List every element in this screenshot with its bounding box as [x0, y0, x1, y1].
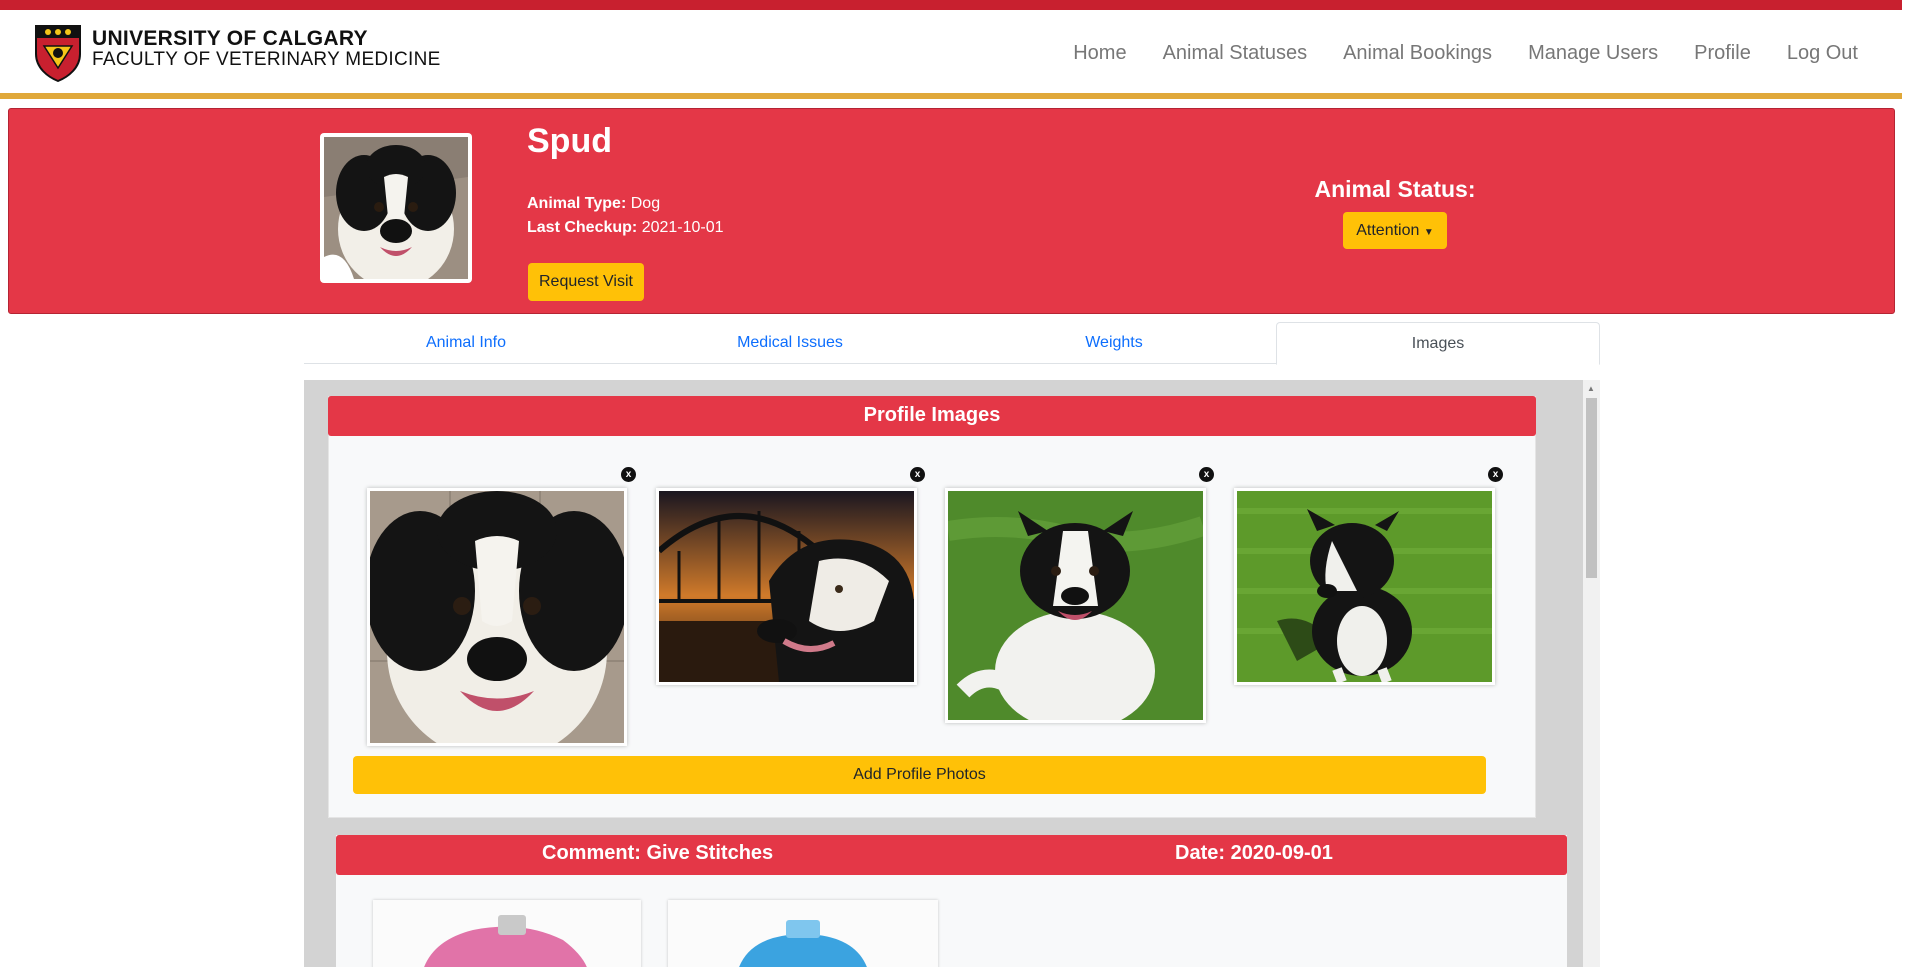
animal-name: Spud [527, 122, 612, 160]
comment-text: Comment: Give Stitches [542, 842, 774, 864]
main-nav: Home Animal Statuses Animal Bookings Man… [1073, 42, 1858, 65]
navbar-gold-line [0, 93, 1902, 99]
dog-lawn-image [1237, 491, 1492, 684]
brand-faculty-name: FACULTY OF VETERINARY MEDICINE [92, 49, 441, 70]
animal-status-dropdown[interactable]: Attention ▼ [1343, 212, 1447, 249]
tab-images[interactable]: Images [1276, 322, 1600, 365]
university-crest-logo[interactable] [34, 22, 82, 82]
dog-portrait-image [324, 137, 468, 289]
remove-photo-1-close-icon[interactable]: x [621, 467, 636, 482]
animal-header-panel [8, 108, 1895, 314]
profile-photo-2[interactable] [656, 488, 917, 685]
dog-bridge-sunset-image [657, 491, 914, 682]
profile-photo-1[interactable] [365, 488, 629, 761]
remove-photo-3-close-icon[interactable]: x [1199, 467, 1214, 482]
animal-status-label: Animal Status: [1314, 176, 1476, 202]
dog-sitting-grass-image [946, 491, 1207, 731]
animal-tabs: Animal Info Medical Issues Weights Image… [304, 322, 1600, 365]
add-profile-photos-button[interactable]: Add Profile Photos [353, 756, 1486, 794]
ice-pack-blue-image [668, 900, 938, 967]
comment-image-2[interactable] [668, 900, 938, 967]
remove-photo-2-close-icon[interactable]: x [910, 467, 925, 482]
last-checkup-label: Last Checkup: [527, 219, 638, 236]
brand-university-name: UNIVERSITY OF CALGARY [92, 27, 368, 50]
animal-avatar [320, 133, 472, 289]
animal-type-row: Animal Type: Dog [527, 192, 724, 216]
request-visit-button[interactable]: Request Visit [528, 263, 644, 301]
animal-status-value: Attention [1356, 221, 1420, 239]
scroll-up-arrow-icon[interactable]: ▲ [1587, 384, 1595, 393]
comment-card-header [336, 835, 1567, 875]
tab-animal-info[interactable]: Animal Info [304, 322, 628, 363]
dog-face-closeup-image [365, 491, 629, 761]
nav-home[interactable]: Home [1073, 42, 1126, 65]
tab-weights[interactable]: Weights [952, 322, 1276, 363]
top-accent-bar [0, 0, 1902, 10]
remove-photo-4-close-icon[interactable]: x [1488, 467, 1503, 482]
vertical-scrollbar[interactable]: ▲ [1583, 380, 1600, 967]
nav-animal-bookings[interactable]: Animal Bookings [1343, 42, 1492, 65]
comment-image-1[interactable] [373, 900, 641, 967]
nav-log-out[interactable]: Log Out [1787, 42, 1858, 65]
comment-date: Date: 2020-09-01 [1175, 842, 1333, 864]
nav-profile[interactable]: Profile [1694, 42, 1751, 65]
last-checkup-row: Last Checkup: 2021-10-01 [527, 216, 724, 240]
profile-photo-4[interactable] [1234, 488, 1495, 685]
profile-images-header: Profile Images [328, 396, 1536, 436]
animal-type-label: Animal Type: [527, 195, 627, 212]
last-checkup-value: 2021-10-01 [641, 219, 724, 236]
nav-animal-statuses[interactable]: Animal Statuses [1163, 42, 1308, 65]
tab-medical-issues[interactable]: Medical Issues [628, 322, 952, 363]
caret-down-icon: ▼ [1423, 226, 1434, 238]
page: UNIVERSITY OF CALGARY FACULTY OF VETERIN… [0, 0, 1920, 967]
animal-type-value: Dog [630, 195, 661, 212]
scrollbar-thumb[interactable] [1586, 398, 1597, 578]
nav-manage-users[interactable]: Manage Users [1528, 42, 1658, 65]
profile-photo-3[interactable] [945, 488, 1207, 731]
animal-details: Animal Type: Dog Last Checkup: 2021-10-0… [527, 192, 724, 240]
ice-pack-pink-image [373, 900, 641, 967]
